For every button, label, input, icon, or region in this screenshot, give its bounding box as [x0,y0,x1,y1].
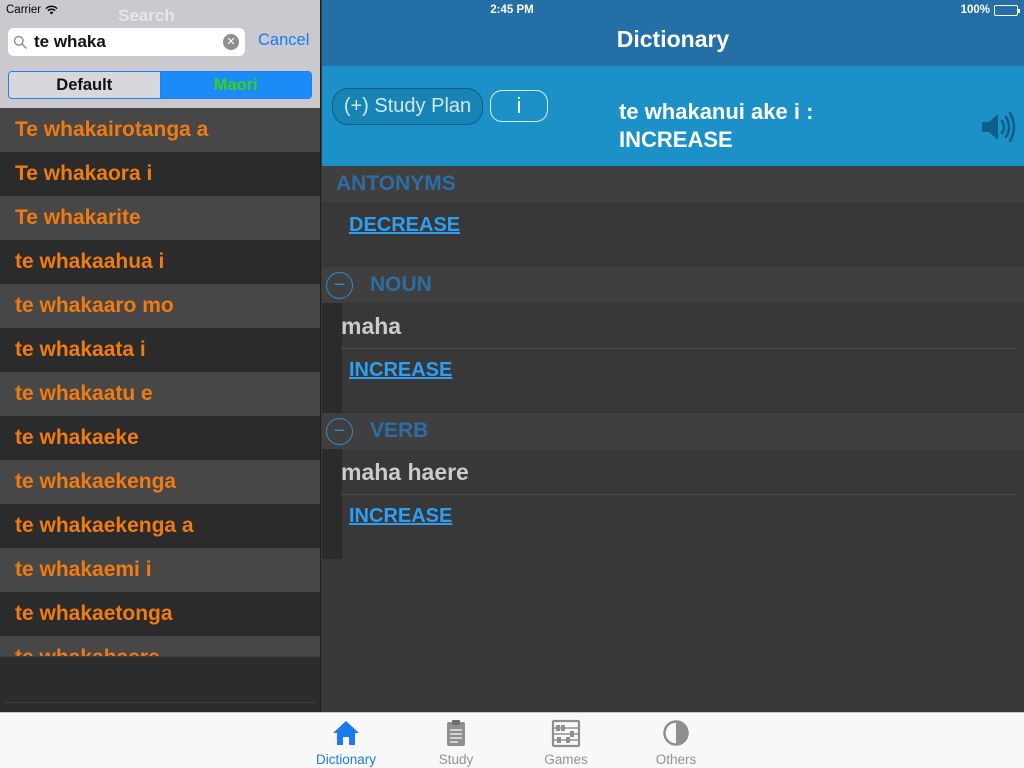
verb-gloss: maha haere [341,459,469,485]
search-header: Carrier Search te whaka ✕ Cancel Default… [0,0,320,108]
segment-maori[interactable]: Maori [160,72,311,98]
segment-default[interactable]: Default [9,72,161,98]
results-list[interactable]: Te whakairotanga a Te whakaora i Te whak… [0,108,320,656]
antonyms-block: DECREASE [322,202,1024,267]
noun-indent-bar [322,303,342,413]
battery-percent: 100% [960,4,990,16]
list-item[interactable]: te whakahaere [0,636,320,656]
status-battery: 100% [960,4,1020,16]
verb-header[interactable]: − VERB [322,413,1024,449]
list-item[interactable]: te whakaeke [0,416,320,460]
noun-header[interactable]: − NOUN [322,267,1024,303]
tab-study[interactable]: Study [411,718,501,767]
noun-gloss: maha [341,313,402,339]
list-item[interactable]: te whakaemi i [0,548,320,592]
headword: te whakanui ake i : INCREASE [619,98,949,154]
list-item[interactable]: te whakaata i [0,328,320,372]
noun-link[interactable]: INCREASE [349,359,452,382]
magnifier-icon [8,35,32,49]
status-time: 2:45 PM [490,4,534,16]
add-study-plan-button[interactable]: (+) Study Plan [332,88,483,125]
antonyms-title: ANTONYMS [336,172,456,195]
tab-label: Dictionary [315,752,377,767]
list-item[interactable]: te whakaaro mo [0,284,320,328]
list-item[interactable]: Te whakarite [0,196,320,240]
tab-label: Games [544,752,588,767]
verb-divider [341,494,1015,495]
collapse-minus-icon[interactable]: − [326,417,353,445]
list-item[interactable]: Te whakaora i [0,152,320,196]
clear-x-icon[interactable]: ✕ [223,34,239,50]
search-input[interactable]: te whaka ✕ [8,28,245,56]
status-carrier: Carrier [6,4,58,16]
tab-label: Others [655,752,697,767]
list-item[interactable]: te whakaetonga [0,592,320,636]
abacus-icon [551,719,581,748]
list-item[interactable]: te whakaekenga [0,460,320,504]
page-title: Dictionary [616,26,730,52]
info-button[interactable]: i [490,90,548,122]
headword-english: INCREASE [619,127,733,152]
list-item[interactable]: Te whakairotanga a [0,108,320,152]
home-icon [333,721,359,745]
headword-maori: te whakanui ake i : [619,99,814,124]
antonyms-header: ANTONYMS [322,166,1024,202]
wifi-icon [45,5,58,15]
clipboard-icon [447,720,465,746]
search-pane: Carrier Search te whaka ✕ Cancel Default… [0,0,321,712]
nav-bar: 2:45 PM 100% Dictionary [322,0,1024,66]
cancel-button[interactable]: Cancel [258,31,309,50]
tab-bar: Dictionary Study Games Others [0,712,1024,768]
list-item[interactable]: te whakaahua i [0,240,320,284]
battery-icon [994,4,1020,16]
language-toggle[interactable]: Default Maori [8,71,312,99]
verb-indent-bar [322,449,342,559]
search-ghost-title: Search [118,6,175,25]
verb-block: maha haere INCREASE [322,449,1024,559]
list-footer-row [4,659,316,703]
verb-link[interactable]: INCREASE [349,505,452,528]
tab-dictionary[interactable]: Dictionary [301,718,391,767]
list-footer [0,656,320,712]
tab-games[interactable]: Games [521,718,611,767]
tab-others[interactable]: Others [631,718,721,767]
detail-pane: 2:45 PM 100% Dictionary (+) Study Plan i… [322,0,1024,712]
verb-title: VERB [370,419,429,442]
noun-divider [341,348,1015,349]
search-query[interactable]: te whaka [32,32,223,52]
noun-block: maha INCREASE [322,303,1024,413]
list-item[interactable]: te whakaatu e [0,372,320,416]
list-item[interactable]: te whakaekenga a [0,504,320,548]
antonym-link[interactable]: DECREASE [349,214,460,237]
entry-header: (+) Study Plan i te whakanui ake i : INC… [322,66,1024,166]
carrier-label: Carrier [6,4,42,16]
collapse-minus-icon[interactable]: − [326,271,353,299]
half-circle-icon [663,720,689,746]
tab-label: Study [438,752,474,767]
noun-title: NOUN [370,273,432,296]
speaker-icon[interactable] [980,110,1018,144]
